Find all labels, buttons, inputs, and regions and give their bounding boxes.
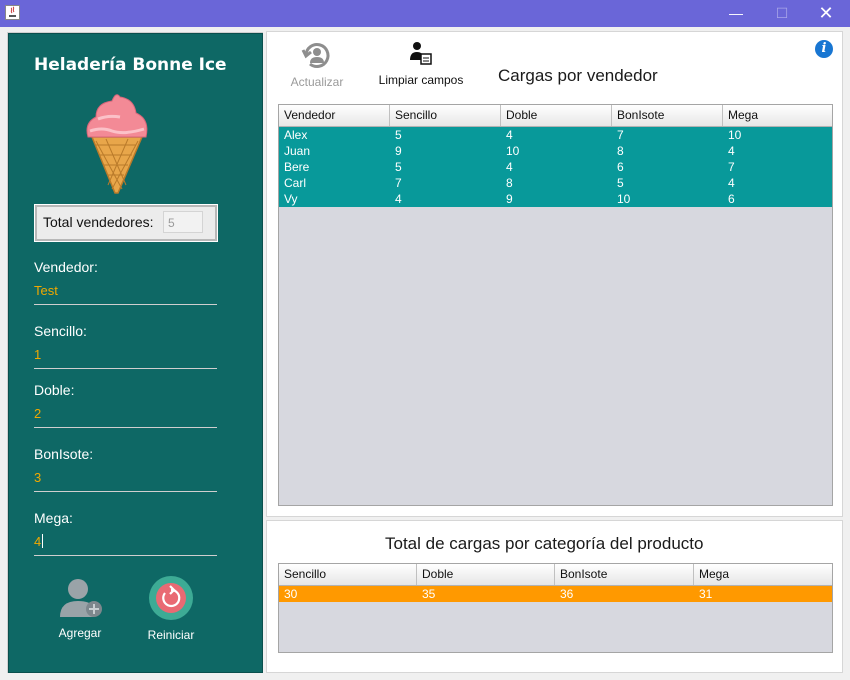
table-row[interactable]: Alex 5 4 7 10 <box>279 127 832 143</box>
total-sellers-box: Total vendedores: 5 <box>34 204 218 242</box>
doble-label: Doble: <box>34 382 75 398</box>
table-cell: 4 <box>506 128 513 142</box>
table-cell: 31 <box>699 587 713 601</box>
table-cell: 9 <box>506 192 513 206</box>
table-cell: 10 <box>506 144 520 158</box>
table-cell: 36 <box>560 587 574 601</box>
refresh-label: Actualizar <box>290 75 344 89</box>
close-button[interactable]: ✕ <box>803 0 849 27</box>
table-row[interactable]: Carl 7 8 5 4 <box>279 175 832 191</box>
text-caret <box>42 534 44 548</box>
totals-table: Sencillo Doble BonIsote Mega 30 35 36 31 <box>278 563 833 653</box>
vendedor-underline <box>34 304 217 305</box>
table-cell: 35 <box>422 587 436 601</box>
minimize-button[interactable]: — <box>713 0 759 27</box>
table-row[interactable]: 30 35 36 31 <box>279 586 832 602</box>
table-cell: 7 <box>617 128 624 142</box>
table-cell: 7 <box>395 176 402 190</box>
clear-fields-button[interactable]: Limpiar campos <box>373 40 469 87</box>
column-header[interactable]: BonIsote <box>555 564 694 585</box>
input-panel: Heladería Bonne Ice Total vendedores: 5 … <box>7 32 263 673</box>
total-sellers-field: 5 <box>163 211 203 233</box>
vendedor-input[interactable]: Test <box>34 283 58 298</box>
table-cell: 6 <box>728 192 735 206</box>
sencillo-label: Sencillo: <box>34 323 87 339</box>
refresh-button[interactable]: Actualizar <box>287 38 347 89</box>
table-cell: 5 <box>395 128 402 142</box>
table-cell: Alex <box>284 128 308 142</box>
table-cell: 8 <box>617 144 624 158</box>
table-cell: Bere <box>284 160 310 174</box>
table-row[interactable]: Vy 4 9 10 6 <box>279 191 832 207</box>
info-icon[interactable]: i <box>815 40 833 58</box>
table-row[interactable]: Bere 5 4 6 7 <box>279 159 832 175</box>
sencillo-underline <box>34 368 217 369</box>
mega-value: 4 <box>34 534 42 549</box>
doble-underline <box>34 427 217 428</box>
table-cell: 10 <box>728 128 742 142</box>
clear-user-icon <box>410 42 432 65</box>
bonisote-underline <box>34 491 217 492</box>
reset-label: Reiniciar <box>147 628 195 642</box>
clear-fields-label: Limpiar campos <box>378 73 464 87</box>
table-cell: Carl <box>284 176 307 190</box>
column-header[interactable]: Doble <box>501 105 612 126</box>
table-cell: 4 <box>728 144 735 158</box>
restart-icon <box>149 576 193 620</box>
sales-table-header: Vendedor Sencillo Doble BonIsote Mega <box>279 105 832 127</box>
maximize-button[interactable]: ☐ <box>759 0 805 27</box>
sales-panel: Actualizar Limpiar campos Cargas por ven… <box>267 32 842 516</box>
mega-underline <box>34 555 217 556</box>
refresh-user-icon <box>301 43 330 68</box>
mega-label: Mega: <box>34 510 73 526</box>
column-header[interactable]: Mega <box>723 105 832 126</box>
title-bar: — ☐ ✕ <box>0 0 850 27</box>
column-header[interactable]: Vendedor <box>279 105 390 126</box>
doble-input[interactable]: 2 <box>34 406 41 421</box>
table-cell: Vy <box>284 192 298 206</box>
sales-table: Vendedor Sencillo Doble BonIsote Mega Al… <box>278 104 833 506</box>
add-user-icon <box>60 579 102 617</box>
brand-title: Heladería Bonne Ice <box>34 55 227 75</box>
table-cell: Juan <box>284 144 311 158</box>
table-cell: 5 <box>395 160 402 174</box>
column-header[interactable]: Mega <box>694 564 832 585</box>
column-header[interactable]: Sencillo <box>390 105 501 126</box>
add-button[interactable]: Agregar <box>52 575 108 640</box>
vendedor-label: Vendedor: <box>34 259 98 275</box>
table-cell: 10 <box>617 192 631 206</box>
table-row[interactable]: Juan 9 10 8 4 <box>279 143 832 159</box>
ice-cream-icon <box>86 94 148 194</box>
table-cell: 4 <box>395 192 402 206</box>
table-cell: 7 <box>728 160 735 174</box>
table-cell: 30 <box>284 587 298 601</box>
totals-panel: Total de cargas por categoría del produc… <box>267 521 842 672</box>
totals-table-title: Total de cargas por categoría del produc… <box>385 534 704 553</box>
sencillo-input[interactable]: 1 <box>34 347 41 362</box>
mega-input[interactable]: 4 <box>34 534 44 549</box>
column-header[interactable]: Sencillo <box>279 564 417 585</box>
table-cell: 4 <box>728 176 735 190</box>
column-header[interactable]: Doble <box>417 564 555 585</box>
bonisote-input[interactable]: 3 <box>34 470 41 485</box>
reset-button[interactable]: Reiniciar <box>141 575 201 642</box>
add-label: Agregar <box>58 626 102 640</box>
table-cell: 8 <box>506 176 513 190</box>
column-header[interactable]: BonIsote <box>612 105 723 126</box>
table-cell: 6 <box>617 160 624 174</box>
totals-table-header: Sencillo Doble BonIsote Mega <box>279 564 832 586</box>
table-cell: 4 <box>506 160 513 174</box>
total-sellers-label: Total vendedores: <box>43 214 154 230</box>
sales-table-title: Cargas por vendedor <box>498 66 658 85</box>
table-cell: 9 <box>395 144 402 158</box>
java-icon <box>5 5 20 20</box>
table-cell: 5 <box>617 176 624 190</box>
bonisote-label: BonIsote: <box>34 446 94 462</box>
